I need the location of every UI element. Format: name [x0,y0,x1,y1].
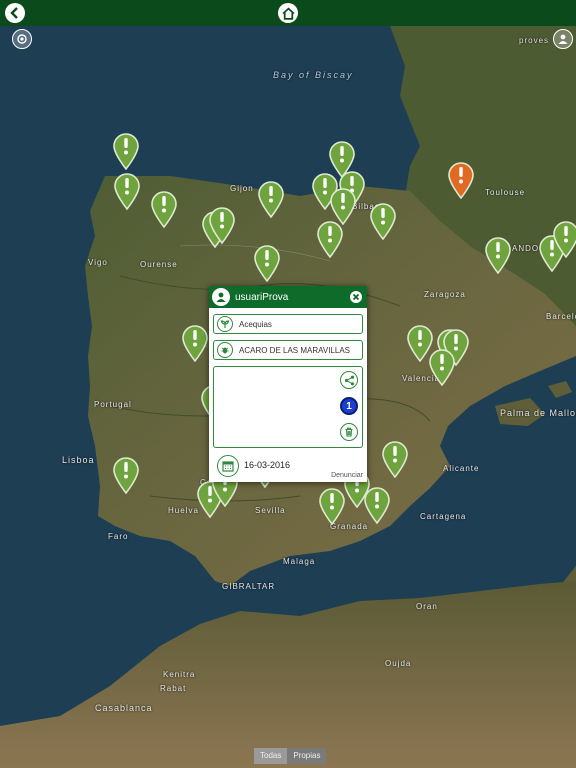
plant-icon [217,316,233,332]
map-pin[interactable] [552,220,576,259]
map-view[interactable]: Bay of Biscay Gijon Vigo Ourense Bilbao … [0,26,576,768]
place-label: Rabat [160,684,187,693]
alert-pin-icon [209,207,235,245]
alert-pin-icon [317,221,343,259]
pest-text: ACARO DE LAS MARAVILLAS [239,345,350,355]
map-pin[interactable] [257,180,285,219]
date-text: 16-03-2016 [244,460,291,470]
map-pin[interactable] [484,236,512,275]
delete-button[interactable] [340,423,358,441]
popup-header: usuariProva [209,286,367,308]
close-button[interactable] [350,291,362,303]
place-label: Toulouse [485,188,526,197]
share-icon [344,375,354,385]
alert-pin-icon [113,133,139,171]
map-pin[interactable] [369,202,397,241]
place-label: Gijon [230,184,254,193]
user-label: proves [519,36,550,45]
place-label: Palma de Mallorca [500,408,576,418]
alert-pin-icon [382,441,408,479]
count-badge[interactable]: 1 [340,397,358,415]
map-pin[interactable] [150,190,178,229]
place-label: Cartagena [420,512,467,521]
place-label: Sevilla [255,506,286,515]
pest-field[interactable]: ACARO DE LAS MARAVILLAS [213,340,363,360]
place-label: Kenitra [163,670,196,679]
map-pin[interactable] [447,161,475,200]
filter-all-tab[interactable]: Todas [254,748,288,764]
alert-pin-icon [114,173,140,211]
alert-pin-icon [448,162,474,200]
chevron-left-icon [10,7,18,19]
alert-pin-icon [370,203,396,241]
bug-icon [217,342,233,358]
share-button[interactable] [340,371,358,389]
place-label: Lisboa [62,455,95,465]
home-icon [282,6,294,20]
place-label: Oujda [385,659,412,668]
crosshair-icon [17,34,27,44]
place-label: Oran [416,602,438,611]
top-toolbar [0,0,576,26]
user-icon [558,34,568,44]
alert-pin-icon [258,181,284,219]
calendar-icon [217,455,239,477]
home-button[interactable] [278,3,298,23]
alert-pin-icon [319,488,345,526]
map-pin[interactable] [316,220,344,259]
alert-pin-icon [113,457,139,495]
sea-label: Bay of Biscay [273,70,354,80]
place-label: Casablanca [95,703,153,713]
alert-pin-icon [485,237,511,275]
locate-button[interactable] [12,29,32,49]
map-pin[interactable] [428,348,456,387]
map-pin[interactable] [208,206,236,245]
back-button[interactable] [5,3,25,23]
place-label: Vigo [88,258,108,267]
alert-pin-icon [254,245,280,283]
alert-pin-icon [553,221,576,259]
place-label: Ourense [140,260,178,269]
popup-footer: 16-03-2016 Denunciar [209,452,367,482]
place-label: Huelva [168,506,199,515]
filter-own-tab[interactable]: Propias [287,748,327,764]
category-text: Acequias [239,319,272,329]
map-pin[interactable] [181,324,209,363]
map-pin[interactable] [381,440,409,479]
alert-pin-icon [364,487,390,525]
map-pin[interactable] [318,487,346,526]
map-pin[interactable] [113,172,141,211]
count-value: 1 [346,400,352,412]
profile-button[interactable] [553,29,573,49]
alert-pin-icon [182,325,208,363]
alert-pin-icon [151,191,177,229]
trash-icon [345,427,353,437]
alert-pin-icon [429,349,455,387]
place-label: Alicante [443,464,480,473]
comment-area[interactable]: 1 [213,366,363,448]
filter-segment: Todas Propias [254,748,327,764]
user-avatar-icon [212,288,230,306]
map-pin[interactable] [112,456,140,495]
place-label: Faro [108,532,129,541]
report-link[interactable]: Denunciar [331,472,363,479]
map-pin[interactable] [112,132,140,171]
incident-popup: usuariProva Acequias ACARO DE LAS MARAVI… [209,286,367,482]
place-label: Zaragoza [424,290,466,299]
place-label: Malaga [283,557,316,566]
close-icon [352,293,360,301]
map-pin[interactable] [363,486,391,525]
map-pin[interactable] [253,244,281,283]
popup-username: usuariProva [235,291,289,303]
place-label: Barcelona [546,312,576,321]
category-field[interactable]: Acequias [213,314,363,334]
place-label: GIBRALTAR [222,582,276,591]
place-label: Portugal [94,400,132,409]
